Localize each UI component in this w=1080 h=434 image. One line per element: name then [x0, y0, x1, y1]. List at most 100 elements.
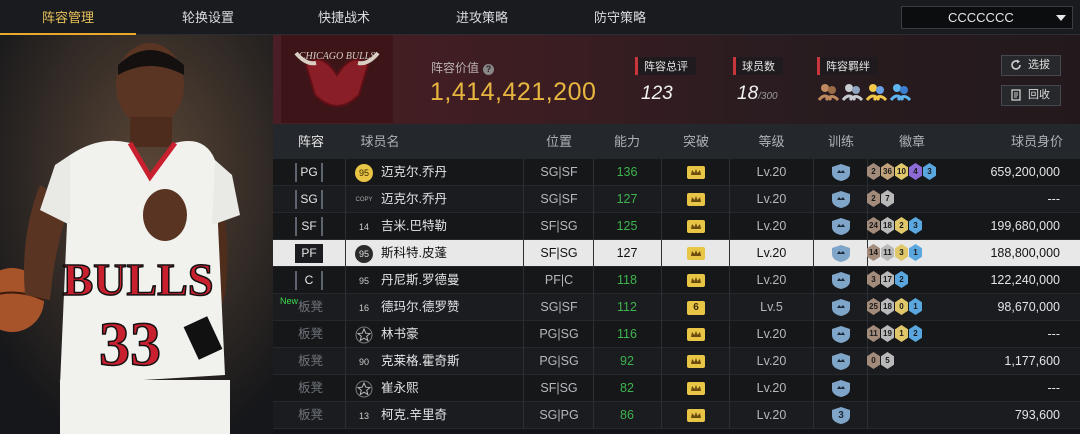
- player-name[interactable]: 斯科特.皮蓬: [381, 240, 447, 267]
- col-badges[interactable]: 徽章: [867, 124, 957, 159]
- col-lineup[interactable]: 阵容: [287, 124, 335, 159]
- bond-icon-bronze[interactable]: [817, 81, 839, 101]
- table-row[interactable]: New 板凳 16 德玛尔.德罗赞 SG|SF 112 6 Lv.5 25 18 0 1 98,670,…: [273, 294, 1080, 321]
- tab-defense[interactable]: 防守策略: [552, 0, 688, 35]
- tab-offense[interactable]: 进攻策略: [414, 0, 550, 35]
- tab-quick-tactics[interactable]: 快捷战术: [276, 0, 412, 35]
- divider: [345, 348, 346, 375]
- recycle-button[interactable]: 回收: [1001, 85, 1061, 106]
- training-button[interactable]: [813, 245, 869, 262]
- bond-icon-gold[interactable]: [865, 81, 887, 101]
- training-button[interactable]: [813, 272, 869, 289]
- badge-hex-icon: 18: [881, 298, 894, 315]
- break-status[interactable]: [662, 382, 730, 395]
- badge-list[interactable]: 2 36 10 4 3: [867, 163, 936, 182]
- player-level: Lv.20: [756, 219, 787, 233]
- training-button[interactable]: [813, 299, 869, 316]
- player-name[interactable]: 丹尼斯.罗德曼: [381, 267, 459, 294]
- table-row[interactable]: PG 95 迈克尔.乔丹 SG|SF 136 Lv.20 2 36 10 4 3 659,200,00…: [273, 159, 1080, 186]
- select-button[interactable]: 选拔: [1001, 55, 1061, 76]
- player-name[interactable]: 迈克尔.乔丹: [381, 186, 447, 213]
- bond-label: 阵容羁绊: [817, 57, 878, 75]
- table-row[interactable]: SF 14 吉米.巴特勒 SF|SG 125 Lv.20 24 18 2 3 199,680,000: [273, 213, 1080, 240]
- badge-list[interactable]: 11 19 1 2: [867, 325, 922, 344]
- training-button[interactable]: [813, 191, 869, 208]
- crown-icon: [687, 166, 705, 179]
- player-positions: SF|SG: [540, 246, 578, 260]
- svg-text:BULLS: BULLS: [63, 254, 214, 305]
- player-positions: PF|C: [544, 273, 574, 287]
- col-ability[interactable]: 能力: [593, 124, 661, 159]
- break-status[interactable]: [662, 247, 730, 260]
- divider: [345, 294, 346, 321]
- break-status[interactable]: [662, 409, 730, 422]
- badge-list[interactable]: 27: [867, 190, 894, 209]
- recycle-button-label: 回收: [1028, 89, 1050, 101]
- training-shield-icon: [832, 326, 850, 343]
- player-ability: 136: [616, 165, 638, 179]
- logo-text: CHICAGO BULLS: [299, 51, 375, 62]
- training-button[interactable]: [813, 353, 869, 370]
- player-name[interactable]: 德玛尔.德罗赞: [381, 294, 459, 321]
- col-position[interactable]: 位置: [524, 124, 594, 159]
- training-button[interactable]: [813, 164, 869, 181]
- help-icon[interactable]: ?: [483, 64, 495, 75]
- jersey-number: 95: [358, 276, 369, 286]
- badge-list[interactable]: 05: [867, 352, 894, 371]
- badge-hex-icon: 36: [881, 163, 894, 180]
- slot-bench: 板凳: [298, 354, 324, 368]
- player-ability: 116: [617, 327, 637, 341]
- training-shield-icon: [832, 299, 850, 316]
- jersey-number: 13: [358, 411, 369, 421]
- break-status[interactable]: [662, 355, 730, 368]
- break-status[interactable]: [662, 220, 730, 233]
- player-name[interactable]: 林书豪: [381, 321, 419, 348]
- select-button-label: 选拔: [1028, 59, 1050, 71]
- player-name[interactable]: 崔永熙: [381, 375, 419, 402]
- badge-list[interactable]: 3 17 2: [867, 271, 908, 290]
- slot-position: PF: [295, 244, 323, 263]
- break-status[interactable]: 6: [662, 301, 730, 315]
- player-name[interactable]: 迈克尔.乔丹: [381, 159, 447, 186]
- training-button[interactable]: [813, 218, 869, 235]
- col-training[interactable]: 训练: [813, 124, 869, 159]
- table-row[interactable]: 板凳 崔永熙 SF|SG 82 Lv.20 ---: [273, 375, 1080, 402]
- tab-rotation[interactable]: 轮换设置: [140, 0, 276, 35]
- table-row[interactable]: SG COPY 迈克尔.乔丹 SG|SF 127 Lv.20 2 7 ---: [273, 186, 1080, 213]
- table-row[interactable]: PF 95 斯科特.皮蓬 SF|SG 127 Lv.20 14 11 3 1 188,800,000: [273, 240, 1080, 267]
- team-select-dropdown[interactable]: CCCCCCC: [901, 6, 1073, 29]
- tab-lineup[interactable]: 阵容管理: [0, 0, 136, 35]
- break-status[interactable]: [662, 193, 730, 206]
- player-positions: SG|SF: [540, 165, 578, 179]
- slot-position: C: [295, 271, 323, 290]
- badge-list[interactable]: 25 18 0 1: [867, 298, 922, 317]
- player-ability: 82: [620, 381, 634, 395]
- training-button[interactable]: [813, 326, 869, 343]
- table-row[interactable]: C 95 丹尼斯.罗德曼 PF|C 118 Lv.20 3 17 2 122,240,000: [273, 267, 1080, 294]
- training-button[interactable]: 3: [813, 407, 869, 424]
- bond-icon-silver[interactable]: [841, 81, 863, 101]
- crown-icon: [687, 355, 705, 368]
- break-status[interactable]: [662, 328, 730, 341]
- badge-list[interactable]: 24 18 2 3: [867, 217, 922, 236]
- player-name[interactable]: 吉米.巴特勒: [381, 213, 447, 240]
- training-button[interactable]: [813, 380, 869, 397]
- player-value: 1,177,600: [1004, 354, 1060, 368]
- break-status[interactable]: [662, 274, 730, 287]
- player-name[interactable]: 克莱格.霍奇斯: [381, 348, 459, 375]
- table-row[interactable]: 板凳 林书豪 PG|SG 116 Lv.20 11 19 1 2 ---: [273, 321, 1080, 348]
- table-row[interactable]: 板凳 13 柯克.辛里奇 SG|PG 86 Lv.20 3 793,600: [273, 402, 1080, 429]
- crown-icon: [687, 328, 705, 341]
- col-name[interactable]: 球员名: [355, 124, 405, 159]
- training-shield-icon: [832, 272, 850, 289]
- col-level[interactable]: 等级: [729, 124, 814, 159]
- col-break[interactable]: 突破: [662, 124, 730, 159]
- bond-icon-blue[interactable]: [889, 81, 911, 101]
- player-value: ---: [1047, 192, 1061, 206]
- badge-list[interactable]: 14 11 3 1: [867, 244, 922, 263]
- player-positions: SG|SF: [540, 300, 578, 314]
- player-name[interactable]: 柯克.辛里奇: [381, 402, 447, 429]
- col-player-value[interactable]: 球员身价: [973, 124, 1063, 159]
- table-row[interactable]: 板凳 90 克莱格.霍奇斯 PG|SG 92 Lv.20 0 5 1,177,600: [273, 348, 1080, 375]
- break-status[interactable]: [662, 166, 730, 179]
